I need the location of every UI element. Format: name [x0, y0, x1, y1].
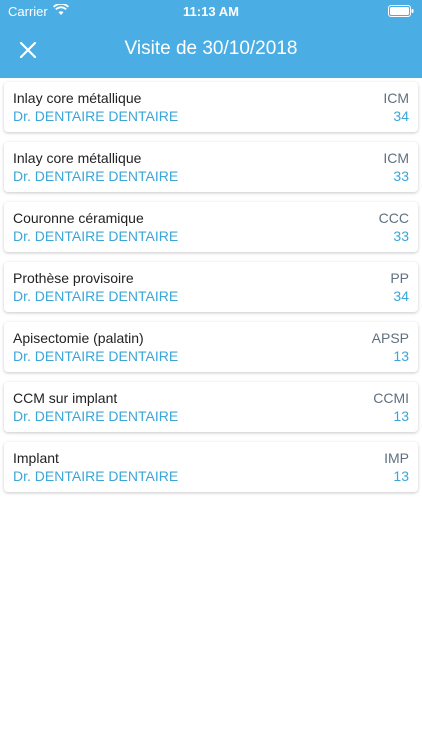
app-header: Carrier 11:13 AM Visite de 30/10/2018 [0, 0, 422, 78]
act-tooth: 13 [393, 408, 409, 424]
act-tooth: 34 [393, 288, 409, 304]
act-doctor: Dr. DENTAIRE DENTAIRE [13, 468, 179, 484]
act-tooth: 34 [393, 108, 409, 124]
act-code: CCMI [373, 390, 409, 406]
act-doctor: Dr. DENTAIRE DENTAIRE [13, 168, 179, 184]
act-code: PP [390, 270, 409, 286]
act-name: Prothèse provisoire [13, 270, 134, 286]
act-code: ICM [383, 150, 409, 166]
act-name: Implant [13, 450, 59, 466]
act-doctor: Dr. DENTAIRE DENTAIRE [13, 288, 179, 304]
page-title: Visite de 30/10/2018 [124, 38, 298, 59]
status-time: 11:13 AM [183, 4, 239, 19]
list-item[interactable]: Prothèse provisoire Dr. DENTAIRE DENTAIR… [4, 262, 418, 312]
list-item[interactable]: Apisectomie (palatin) Dr. DENTAIRE DENTA… [4, 322, 418, 372]
act-code: ICM [383, 90, 409, 106]
list-item[interactable]: CCM sur implant Dr. DENTAIRE DENTAIRE CC… [4, 382, 418, 432]
act-tooth: 13 [393, 348, 409, 364]
act-tooth: 33 [393, 228, 409, 244]
act-tooth: 13 [393, 468, 409, 484]
act-name: Inlay core métallique [13, 150, 142, 166]
act-code: CCC [378, 210, 409, 226]
list-item[interactable]: Couronne céramique Dr. DENTAIRE DENTAIRE… [4, 202, 418, 252]
act-name: Couronne céramique [13, 210, 144, 226]
act-doctor: Dr. DENTAIRE DENTAIRE [13, 348, 179, 364]
act-code: IMP [384, 450, 409, 466]
act-doctor: Dr. DENTAIRE DENTAIRE [13, 108, 179, 124]
list-item[interactable]: Inlay core métallique Dr. DENTAIRE DENTA… [4, 142, 418, 192]
battery-icon [388, 5, 414, 17]
act-code: APSP [371, 330, 409, 346]
act-name: Inlay core métallique [13, 90, 142, 106]
list-item[interactable]: Implant Dr. DENTAIRE DENTAIRE IMP 13 [4, 442, 418, 492]
list-item[interactable]: Inlay core métallique Dr. DENTAIRE DENTA… [4, 82, 418, 132]
act-doctor: Dr. DENTAIRE DENTAIRE [13, 228, 179, 244]
act-name: Apisectomie (palatin) [13, 330, 144, 346]
acts-list: Inlay core métallique Dr. DENTAIRE DENTA… [4, 82, 418, 502]
act-tooth: 33 [393, 168, 409, 184]
act-name: CCM sur implant [13, 390, 118, 406]
act-doctor: Dr. DENTAIRE DENTAIRE [13, 408, 179, 424]
status-bar: Carrier 11:13 AM [0, 0, 422, 22]
